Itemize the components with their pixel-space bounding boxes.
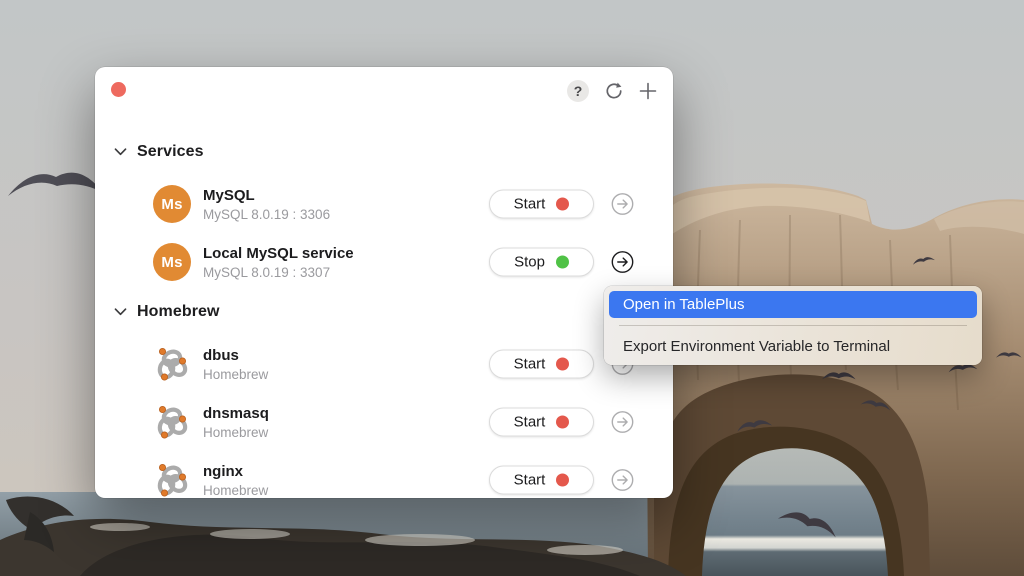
start-stop-button[interactable]: Start xyxy=(489,408,594,437)
service-subtitle: MySQL 8.0.19 : 3306 xyxy=(203,206,330,223)
help-button[interactable]: ? xyxy=(567,80,589,102)
action-label: Start xyxy=(514,414,546,431)
dbus-icon xyxy=(153,345,191,383)
section-label: Services xyxy=(137,143,204,161)
service-section: Homebrew dbus Homebrew Start dnsmasq Hom… xyxy=(111,299,657,498)
service-row: dnsmasq Homebrew Start xyxy=(111,393,657,451)
mysql-icon: Ms xyxy=(153,185,191,223)
service-subtitle: MySQL 8.0.19 : 3307 xyxy=(203,264,354,281)
open-arrow-icon[interactable] xyxy=(611,251,634,274)
close-button[interactable] xyxy=(111,82,126,97)
add-button[interactable] xyxy=(639,82,657,100)
service-row: dbus Homebrew Start xyxy=(111,335,657,393)
service-text: Local MySQL service MySQL 8.0.19 : 3307 xyxy=(203,244,354,281)
start-stop-button[interactable]: Start xyxy=(489,350,594,379)
action-label: Stop xyxy=(514,254,545,271)
open-arrow-icon[interactable] xyxy=(611,193,634,216)
section-header[interactable]: Homebrew xyxy=(111,299,657,325)
section-header[interactable]: Services xyxy=(111,139,657,165)
context-menu: Open in TablePlus Export Environment Var… xyxy=(604,286,982,365)
action-label: Start xyxy=(514,356,546,373)
refresh-button[interactable] xyxy=(604,81,624,101)
chevron-down-icon xyxy=(114,148,127,156)
add-icon xyxy=(639,82,657,100)
chevron-down-icon xyxy=(114,308,127,316)
service-name: dbus xyxy=(203,346,268,365)
service-name: MySQL xyxy=(203,186,330,205)
action-label: Start xyxy=(514,472,546,489)
service-section: Services Ms MySQL MySQL 8.0.19 : 3306 St… xyxy=(111,139,657,291)
menu-divider xyxy=(619,325,967,326)
context-menu-item[interactable]: Open in TablePlus xyxy=(609,291,977,318)
window-toolbar: ? xyxy=(567,80,657,102)
service-name: nginx xyxy=(203,462,268,481)
status-dot xyxy=(556,256,569,269)
status-dot xyxy=(556,198,569,211)
mysql-icon: Ms xyxy=(153,243,191,281)
service-subtitle: Homebrew xyxy=(203,366,268,383)
service-name: dnsmasq xyxy=(203,404,269,423)
open-arrow-icon[interactable] xyxy=(611,469,634,492)
context-menu-item[interactable]: Export Environment Variable to Terminal xyxy=(609,333,977,360)
service-text: dbus Homebrew xyxy=(203,346,268,383)
service-text: nginx Homebrew xyxy=(203,462,268,499)
window-content: Services Ms MySQL MySQL 8.0.19 : 3306 St… xyxy=(111,139,657,498)
section-label: Homebrew xyxy=(137,303,220,321)
start-stop-button[interactable]: Start xyxy=(489,466,594,495)
service-name: Local MySQL service xyxy=(203,244,354,263)
open-arrow-icon[interactable] xyxy=(611,411,634,434)
service-text: dnsmasq Homebrew xyxy=(203,404,269,441)
start-stop-button[interactable]: Stop xyxy=(489,248,594,277)
start-stop-button[interactable]: Start xyxy=(489,190,594,219)
section-rows: Ms MySQL MySQL 8.0.19 : 3306 Start Ms Lo… xyxy=(111,175,657,291)
status-dot xyxy=(556,416,569,429)
services-window: ? Services Ms MySQL My xyxy=(95,67,673,498)
service-text: MySQL MySQL 8.0.19 : 3306 xyxy=(203,186,330,223)
status-dot xyxy=(556,474,569,487)
dbus-icon xyxy=(153,461,191,498)
desktop: ? Services Ms MySQL My xyxy=(0,0,1024,576)
dbus-icon xyxy=(153,403,191,441)
section-rows: dbus Homebrew Start dnsmasq Homebrew Sta… xyxy=(111,335,657,498)
service-row: nginx Homebrew Start xyxy=(111,451,657,498)
action-label: Start xyxy=(514,196,546,213)
service-row: Ms Local MySQL service MySQL 8.0.19 : 33… xyxy=(111,233,657,291)
service-subtitle: Homebrew xyxy=(203,424,269,441)
refresh-icon xyxy=(604,81,624,101)
service-row: Ms MySQL MySQL 8.0.19 : 3306 Start xyxy=(111,175,657,233)
status-dot xyxy=(556,358,569,371)
service-subtitle: Homebrew xyxy=(203,482,268,499)
